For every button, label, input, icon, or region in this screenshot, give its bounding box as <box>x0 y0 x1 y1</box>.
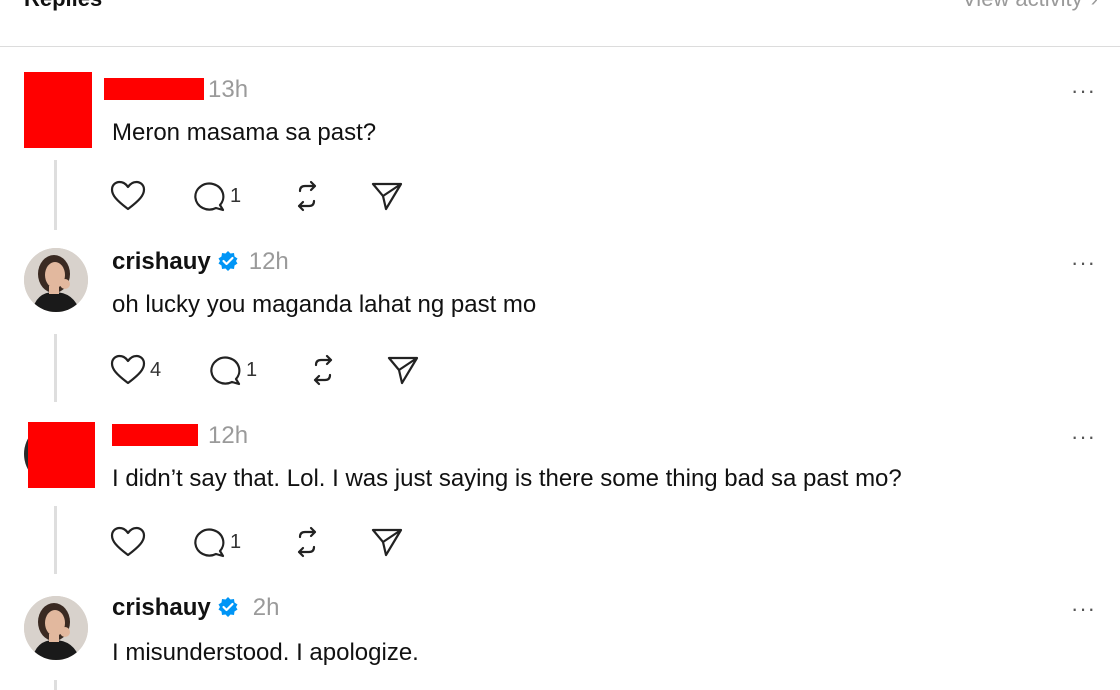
thread-line <box>54 334 57 402</box>
profile-photo <box>24 248 88 312</box>
share-button[interactable] <box>370 526 404 558</box>
like-button[interactable]: 4 <box>110 354 161 386</box>
reply-count: 1 <box>230 184 242 207</box>
share-button[interactable] <box>386 354 420 386</box>
avatar[interactable] <box>24 248 88 312</box>
profile-photo <box>24 596 88 660</box>
heart-icon <box>110 526 146 557</box>
send-icon <box>371 182 403 211</box>
repost-button[interactable] <box>306 354 340 386</box>
post-meta: crishauy 12h <box>112 248 289 279</box>
post-time: 12h <box>248 248 289 275</box>
comment-icon <box>210 356 241 386</box>
reply-button[interactable]: 1 <box>208 354 257 386</box>
post-time: 2h <box>252 594 280 621</box>
post-time: 12h <box>208 422 249 449</box>
post-meta: 13h <box>112 76 248 104</box>
post-time: 13h <box>208 76 249 103</box>
repost-button[interactable] <box>290 180 324 212</box>
username[interactable]: crishauy <box>112 248 211 275</box>
more-options-button[interactable]: ··· <box>1071 596 1096 622</box>
redacted-avatar <box>28 422 95 488</box>
post-text: I didn’t say that. Lol. I was just sayin… <box>112 465 902 492</box>
repost-button[interactable] <box>290 526 324 558</box>
send-icon <box>387 356 419 385</box>
more-options-button[interactable]: ··· <box>1071 250 1096 276</box>
comment-icon <box>194 182 225 212</box>
reply-count: 1 <box>246 358 258 381</box>
heart-icon <box>110 180 146 211</box>
repost-icon <box>313 354 333 386</box>
view-activity-label: View activity <box>962 0 1083 11</box>
replies-header: Replies View activity › <box>0 0 1120 47</box>
repost-icon <box>297 180 317 212</box>
like-count: 4 <box>150 358 162 381</box>
post-meta: crishauy 2h <box>112 594 279 625</box>
header-title: Replies <box>24 0 102 12</box>
like-button[interactable] <box>110 180 146 212</box>
reply-button[interactable]: 1 <box>192 526 241 558</box>
like-button[interactable] <box>110 526 146 558</box>
verified-badge-icon <box>217 250 239 279</box>
reply-count: 1 <box>230 530 242 553</box>
heart-icon <box>110 354 146 385</box>
redacted-avatar <box>24 72 92 148</box>
view-activity-link[interactable]: View activity › <box>962 0 1098 12</box>
chevron-right-icon: › <box>1091 0 1098 12</box>
share-button[interactable] <box>370 180 404 212</box>
more-options-button[interactable]: ··· <box>1071 78 1096 104</box>
repost-icon <box>297 526 317 558</box>
verified-badge-icon <box>217 596 239 625</box>
thread-line <box>54 680 57 690</box>
comment-icon <box>194 528 225 558</box>
thread-line <box>54 160 57 230</box>
avatar[interactable] <box>24 596 88 660</box>
post-text: Meron masama sa past? <box>112 119 377 146</box>
post-text: oh lucky you maganda lahat ng past mo <box>112 291 537 318</box>
post-meta: 12h <box>112 422 248 450</box>
post-text: I misunderstood. I apologize. <box>112 639 419 666</box>
thread-line <box>54 506 57 574</box>
send-icon <box>371 528 403 557</box>
username[interactable]: crishauy <box>112 594 211 621</box>
reply-button[interactable]: 1 <box>192 180 241 212</box>
more-options-button[interactable]: ··· <box>1071 424 1096 450</box>
